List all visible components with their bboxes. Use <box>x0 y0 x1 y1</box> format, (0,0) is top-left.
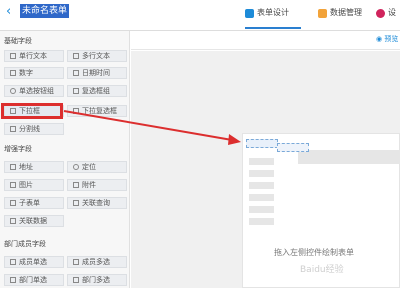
drag-ghost <box>246 139 278 148</box>
attachment-icon <box>73 182 79 188</box>
dropdown-checkbox-icon <box>73 108 79 114</box>
multi-line-text-icon <box>73 53 79 59</box>
placeholder-line <box>249 158 274 165</box>
group-title-members: 部门成员字段 <box>4 240 46 248</box>
dropdown-highlight-box <box>1 103 63 119</box>
settings-icon <box>376 8 385 18</box>
form-title[interactable]: 未命名表单 <box>20 4 70 18</box>
divider-icon <box>10 126 16 132</box>
field-link-data[interactable]: 关联数据 <box>4 215 64 227</box>
field-attachment[interactable]: 附件 <box>67 179 127 191</box>
group-title-basic: 基础字段 <box>4 37 32 45</box>
form-design-icon <box>245 8 254 18</box>
field-location[interactable]: 定位 <box>67 161 127 173</box>
field-dropdown-checkbox[interactable]: 下拉复选框 <box>67 105 127 117</box>
field-link-query[interactable]: 关联查询 <box>67 197 127 209</box>
image-icon <box>10 182 16 188</box>
field-subform[interactable]: 子表单 <box>4 197 64 209</box>
top-bar: ‹ 未命名表单 表单设计 数据管理 设 <box>0 0 400 31</box>
link-query-icon <box>73 200 79 206</box>
field-member-multi[interactable]: 成员多选 <box>67 256 127 268</box>
field-dept-multi[interactable]: 部门多选 <box>67 274 127 286</box>
placeholder-line <box>249 194 274 201</box>
placeholder-line <box>249 182 274 189</box>
tab-label: 表单设计 <box>257 8 289 17</box>
field-single-line-text[interactable]: 单行文本 <box>4 50 64 62</box>
field-divider[interactable]: 分割线 <box>4 123 64 135</box>
address-icon <box>10 164 16 170</box>
link-data-icon <box>10 218 16 224</box>
field-address[interactable]: 地址 <box>4 161 64 173</box>
radio-icon <box>10 88 16 94</box>
empty-canvas-hint: 拖入左侧控件绘制表单 <box>274 248 354 257</box>
field-datetime[interactable]: 日期时间 <box>67 67 127 79</box>
field-dept-single[interactable]: 部门单选 <box>4 274 64 286</box>
placeholder-line <box>249 206 274 213</box>
preview-button[interactable]: ◉ 预览 <box>376 34 398 44</box>
watermark: Baidu经验 <box>300 265 344 275</box>
active-tab-indicator <box>245 27 301 29</box>
tab-label: 数据管理 <box>330 8 362 17</box>
tab-settings[interactable]: 设 <box>376 6 396 20</box>
number-icon <box>10 70 16 76</box>
subform-icon <box>10 200 16 206</box>
field-member-single[interactable]: 成员单选 <box>4 256 64 268</box>
placeholder-line <box>249 170 274 177</box>
drag-ghost-shadow <box>277 143 309 152</box>
tab-data-manage[interactable]: 数据管理 <box>318 6 362 20</box>
drop-placeholder-row <box>298 150 400 164</box>
member-single-icon <box>10 259 16 265</box>
field-image[interactable]: 图片 <box>4 179 64 191</box>
member-multi-icon <box>73 259 79 265</box>
data-manage-icon <box>318 8 327 18</box>
tab-form-design[interactable]: 表单设计 <box>245 6 289 20</box>
dept-single-icon <box>10 277 16 283</box>
single-line-text-icon <box>10 53 16 59</box>
field-multi-line-text[interactable]: 多行文本 <box>67 50 127 62</box>
tab-label: 设 <box>388 8 396 17</box>
field-radio[interactable]: 单选按钮组 <box>4 85 64 97</box>
field-number[interactable]: 数字 <box>4 67 64 79</box>
canvas-toolbar <box>131 31 400 50</box>
dept-multi-icon <box>73 277 79 283</box>
group-title-enhanced: 增强字段 <box>4 145 32 153</box>
location-icon <box>73 164 79 170</box>
back-arrow-icon[interactable]: ‹ <box>6 5 11 18</box>
placeholder-line <box>249 218 274 225</box>
datetime-icon <box>73 70 79 76</box>
checkbox-icon <box>73 88 79 94</box>
field-checkbox[interactable]: 复选框组 <box>67 85 127 97</box>
